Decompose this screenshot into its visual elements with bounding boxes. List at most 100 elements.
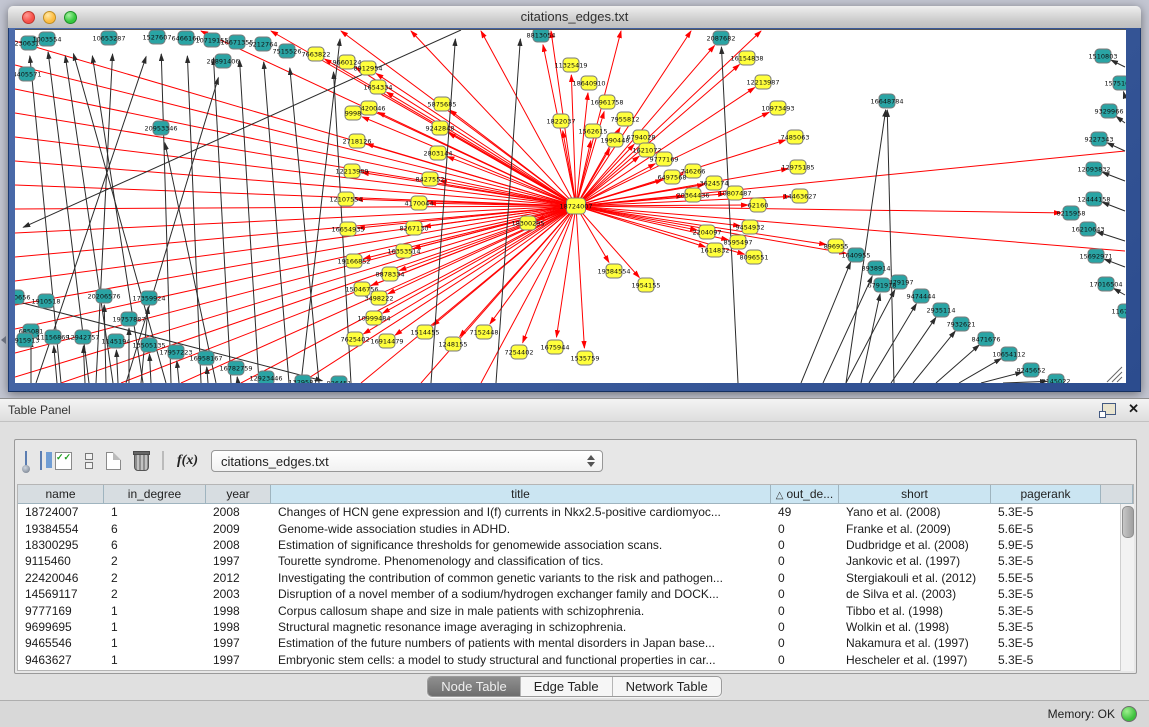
table-select-dropdown[interactable]: citations_edges.txt <box>211 450 603 472</box>
table-cell: 5.3E-5 <box>991 620 1101 634</box>
network-window: citations_edges.txt 23063124405571100355… <box>8 6 1141 392</box>
svg-text:12942757: 12942757 <box>66 333 99 341</box>
table-cell: Estimation of significance thresholds fo… <box>271 538 771 552</box>
column-header-in_degree[interactable]: in_degree <box>104 485 206 504</box>
table-cell: 5.3E-5 <box>991 505 1101 519</box>
table-row[interactable]: 1872400712008Changes of HCN gene express… <box>18 504 1133 520</box>
svg-text:17016504: 17016504 <box>1089 280 1122 288</box>
svg-text:16654935: 16654935 <box>331 225 364 233</box>
tab-node-table[interactable]: Node Table <box>428 677 521 696</box>
column-header-short[interactable]: short <box>839 485 991 504</box>
table-cell: 1 <box>104 636 206 650</box>
svg-text:6794028: 6794028 <box>627 133 656 141</box>
table-cell: 1998 <box>206 620 271 634</box>
table-cell: 6 <box>104 538 206 552</box>
citation-network-graph[interactable]: 2306312440557110035541065328715276076466… <box>15 30 1126 383</box>
svg-text:2610656: 2610656 <box>15 293 30 301</box>
table-row[interactable]: 2242004622012Investigating the contribut… <box>18 570 1133 586</box>
window-titlebar[interactable]: citations_edges.txt <box>8 6 1141 29</box>
row-selection-icon[interactable]: ✓✓ <box>55 452 72 470</box>
svg-text:15751074: 15751074 <box>1104 79 1126 87</box>
column-header-filler <box>1101 485 1133 504</box>
svg-text:8595497: 8595497 <box>724 238 753 246</box>
svg-text:1654334: 1654334 <box>364 83 393 91</box>
network-canvas[interactable]: 2306312440557110035541065328715276076466… <box>15 29 1126 383</box>
svg-text:896955: 896955 <box>824 242 849 250</box>
delete-column-icon[interactable] <box>134 454 149 471</box>
column-header-year[interactable]: year <box>206 485 271 504</box>
row-height-icon[interactable] <box>85 453 93 469</box>
table-cell: 5.3E-5 <box>991 636 1101 650</box>
column-header-name[interactable]: name <box>18 485 104 504</box>
float-panel-icon[interactable] <box>1102 403 1116 415</box>
table-body[interactable]: 1872400712008Changes of HCN gene express… <box>18 504 1133 668</box>
svg-text:3624574: 3624574 <box>700 179 729 187</box>
svg-text:11325419: 11325419 <box>554 61 587 69</box>
table-cell: 5.9E-5 <box>991 538 1101 552</box>
table-row[interactable]: 946362711997Embryonic stem cells: a mode… <box>18 652 1133 668</box>
svg-text:8267130: 8267130 <box>400 224 429 232</box>
table-cell: 1997 <box>206 636 271 650</box>
table-cell: Investigating the contribution of common… <box>271 571 771 585</box>
column-header-pagerank[interactable]: pagerank <box>991 485 1101 504</box>
svg-text:10973493: 10973493 <box>761 104 794 112</box>
svg-text:17957223: 17957223 <box>159 348 192 356</box>
table-row[interactable]: 1938455462009Genome-wide association stu… <box>18 520 1133 536</box>
table-cell: 9777169 <box>18 604 104 618</box>
table-cell: 5.3E-5 <box>991 604 1101 618</box>
svg-text:16648784: 16648784 <box>870 97 903 105</box>
svg-text:16782759: 16782759 <box>219 364 252 372</box>
svg-text:19384554: 19384554 <box>597 267 630 275</box>
svg-text:14463627: 14463627 <box>783 192 816 200</box>
table-row[interactable]: 946554611997Estimation of the future num… <box>18 635 1133 651</box>
table-select-value: citations_edges.txt <box>221 454 329 469</box>
table-scrollbar[interactable] <box>1120 504 1134 671</box>
collapse-panel-icon[interactable] <box>1 336 6 344</box>
table-toolbar: ✓✓ f(x) citations_edges.txt <box>15 440 1136 482</box>
svg-text:12213989: 12213989 <box>335 167 368 175</box>
svg-text:7515526: 7515526 <box>273 47 302 55</box>
close-panel-icon[interactable]: ✕ <box>1128 402 1139 416</box>
table-cell: 9465546 <box>18 636 104 650</box>
memory-status-label: Memory: OK <box>1048 707 1115 721</box>
tab-edge-table[interactable]: Edge Table <box>521 677 613 696</box>
svg-text:17359924: 17359924 <box>132 294 165 302</box>
column-header-out_de[interactable]: △out_de... <box>771 485 839 504</box>
svg-text:9329966: 9329966 <box>1095 107 1124 115</box>
show-column-icon[interactable] <box>40 452 42 470</box>
table-scrollbar-thumb[interactable] <box>1122 506 1134 538</box>
svg-text:8938914: 8938914 <box>862 264 891 272</box>
table-cell: 6 <box>104 522 206 536</box>
column-header-title[interactable]: title <box>271 485 771 504</box>
table-row[interactable]: 1456911722003Disruption of a novel membe… <box>18 586 1133 602</box>
svg-text:9242848: 9242848 <box>426 124 455 132</box>
table-cell: 14569117 <box>18 587 104 601</box>
svg-text:9245652: 9245652 <box>1017 366 1046 374</box>
node-table[interactable]: namein_degreeyeartitle△out_de...shortpag… <box>17 484 1134 671</box>
table-cell: Nakamura et al. (1997) <box>839 636 991 650</box>
table-row[interactable]: 977716911998Corpus callosum shape and si… <box>18 602 1133 618</box>
function-builder-icon[interactable]: f(x) <box>177 453 198 469</box>
svg-text:1910518: 1910518 <box>32 297 61 305</box>
svg-text:1527607: 1527607 <box>143 33 172 41</box>
table-header-row[interactable]: namein_degreeyeartitle△out_de...shortpag… <box>18 485 1133 504</box>
table-row[interactable]: 1830029562008Estimation of significance … <box>18 537 1133 553</box>
network-view-frame: 2306312440557110035541065328715276076466… <box>8 28 1141 392</box>
table-cell: 49 <box>771 505 839 519</box>
svg-text:9454932: 9454932 <box>736 223 765 231</box>
svg-text:926451: 926451 <box>327 379 352 383</box>
svg-text:1003554: 1003554 <box>33 35 62 43</box>
table-cell: Yano et al. (2008) <box>839 505 991 519</box>
table-row[interactable]: 969969511998Structural magnetic resonanc… <box>18 619 1133 635</box>
svg-text:19166852: 19166852 <box>337 257 370 265</box>
svg-text:1510803: 1510803 <box>1089 52 1118 60</box>
svg-text:1167533: 1167533 <box>1112 307 1126 315</box>
memory-ok-icon <box>1121 706 1137 722</box>
tab-network-table[interactable]: Network Table <box>613 677 721 696</box>
delete-table-icon[interactable] <box>162 452 164 470</box>
new-column-icon[interactable] <box>106 452 121 470</box>
table-cell: 1997 <box>206 653 271 667</box>
svg-text:8912954: 8912954 <box>354 64 383 72</box>
table-settings-icon[interactable] <box>25 452 27 470</box>
table-row[interactable]: 911546021997Tourette syndrome. Phenomeno… <box>18 553 1133 569</box>
